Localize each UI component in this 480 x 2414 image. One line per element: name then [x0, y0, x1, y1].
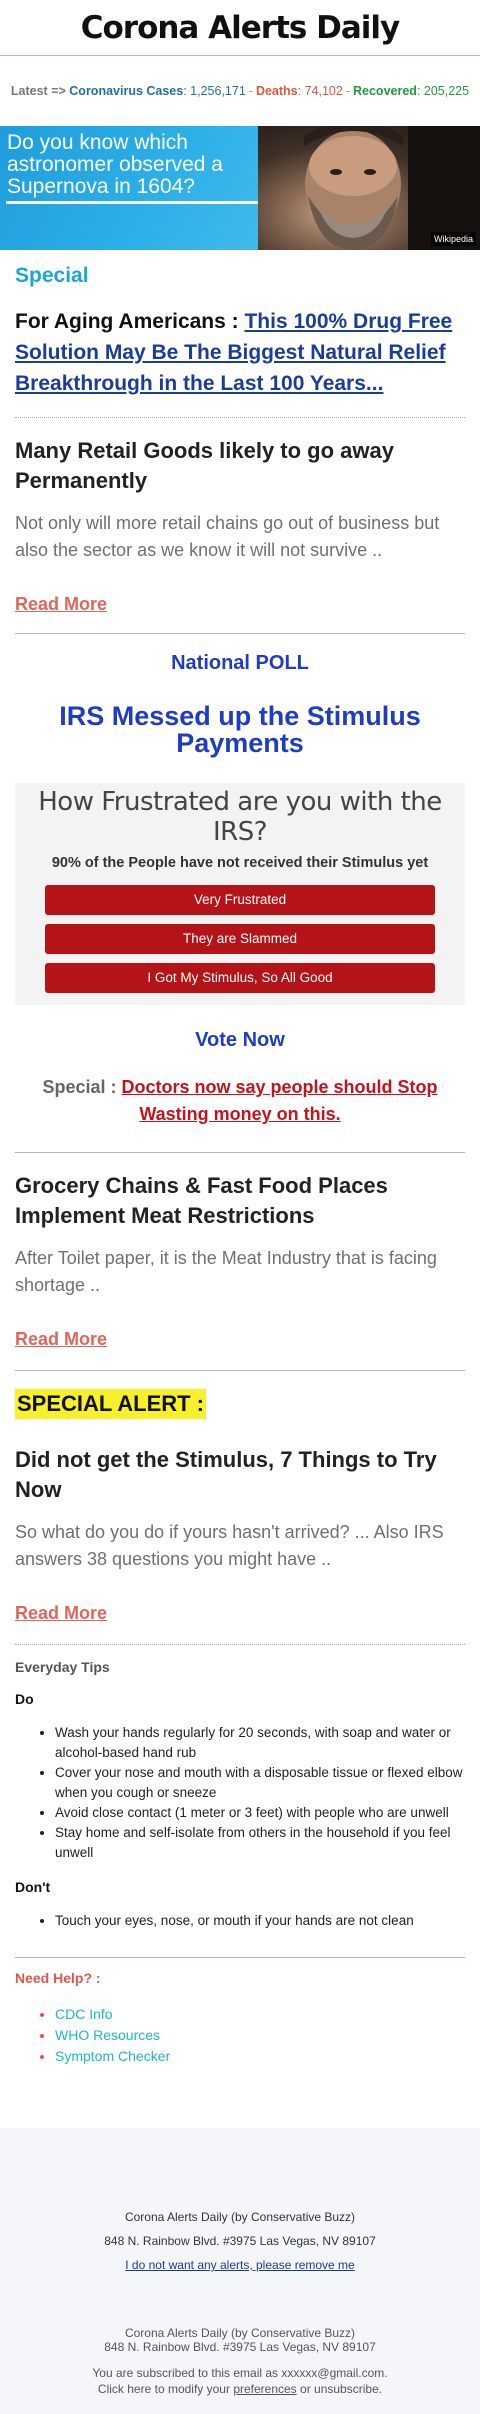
preferences-prefix: Click here to modify your: [97, 2382, 230, 2396]
read-more-link[interactable]: Read More: [15, 1329, 107, 1350]
footer-org: Corona Alerts Daily (by Conservative Buz…: [124, 2210, 356, 2224]
dotted-divider: [15, 417, 465, 418]
poll-box: How Frustrated are you with the IRS? 90%…: [15, 783, 465, 1005]
cases-value: 1,256,171: [190, 84, 246, 98]
ticker-latest: Latest =>: [10, 84, 66, 98]
article-grocery-section: Grocery Chains & Fast Food Places Implem…: [0, 1171, 480, 1350]
doctors-link[interactable]: Doctors now say people should Stop Wasti…: [122, 1077, 438, 1124]
list-item: Avoid close contact (1 meter or 3 feet) …: [55, 1803, 465, 1823]
header: Corona Alerts Daily: [0, 0, 480, 56]
tips-do-heading: Do: [15, 1691, 34, 1707]
article-retail: Many Retail Goods likely to go away Perm…: [15, 436, 465, 615]
brand-logo[interactable]: Corona Alerts Daily: [81, 10, 401, 46]
help-section: Need Help? : CDC Info WHO Resources Symp…: [0, 1970, 480, 2067]
section-divider: [15, 1957, 465, 1958]
poll-option-very-frustrated[interactable]: Very Frustrated: [45, 885, 435, 915]
dotted-divider: [15, 1644, 465, 1645]
stats-ticker: Latest => Coronavirus Cases: 1,256,171 -…: [10, 84, 470, 98]
read-more-link[interactable]: Read More: [15, 1603, 107, 1624]
section-divider: [15, 633, 465, 634]
footer-address: 848 N. Rainbow Blvd. #3975 Las Vegas, NV…: [104, 2234, 376, 2248]
special-doctors-prefix: Special :: [42, 1077, 117, 1097]
article-summary: After Toilet paper, it is the Meat Indus…: [15, 1248, 437, 1295]
recovered-label: Recovered: [353, 84, 417, 98]
tips-dont-list: Touch your eyes, nose, or mouth if your …: [55, 1911, 465, 1931]
footer: Corona Alerts Daily (by Conservative Buz…: [0, 2128, 480, 2414]
email-page: Corona Alerts Daily Latest => Coronaviru…: [0, 0, 480, 2414]
special-section: Special For Aging Americans : This 100% …: [0, 264, 480, 615]
article-grocery: Grocery Chains & Fast Food Places Implem…: [15, 1171, 465, 1350]
list-item: Cover your nose and mouth with a disposa…: [55, 1763, 465, 1803]
special-prefix: For Aging Americans :: [15, 310, 239, 333]
poll-subtitle: 90% of the People have not received thei…: [51, 855, 429, 871]
article-stimulus: Did not get the Stimulus, 7 Things to Tr…: [15, 1445, 465, 1624]
list-item: Stay home and self-isolate from others i…: [55, 1823, 465, 1863]
article-title[interactable]: Did not get the Stimulus, 7 Things to Tr…: [15, 1445, 465, 1505]
deaths-label: Deaths: [255, 84, 298, 98]
footer-org-secondary: Corona Alerts Daily (by Conservative Buz…: [124, 2326, 356, 2340]
footer-address-secondary: 848 N. Rainbow Blvd. #3975 Las Vegas, NV…: [104, 2340, 376, 2354]
tips-do-list: Wash your hands regularly for 20 seconds…: [55, 1723, 465, 1863]
help-links: CDC Info WHO Resources Symptom Checker: [55, 2004, 465, 2067]
poll-option-slammed[interactable]: They are Slammed: [45, 924, 435, 954]
preferences-line: Click here to modify your preferences or…: [0, 2382, 480, 2396]
who-resources-link[interactable]: WHO Resources: [55, 2027, 160, 2043]
list-item: Touch your eyes, nose, or mouth if your …: [55, 1911, 465, 1931]
cdc-info-link[interactable]: CDC Info: [55, 2006, 113, 2022]
special-heading: Special: [15, 264, 89, 287]
trivia-banner[interactable]: Do you know which astronomer observed a …: [0, 126, 480, 250]
cases-label: Coronavirus Cases: [69, 84, 184, 98]
image-caption: Wikipedia: [430, 232, 476, 246]
symptom-checker-link[interactable]: Symptom Checker: [55, 2048, 170, 2064]
deaths-value: 74,102: [304, 84, 343, 98]
subscription-notice: You are subscribed to this email as xxxx…: [92, 2366, 388, 2380]
special-alert-section: SPECIAL ALERT : Did not get the Stimulus…: [0, 1371, 480, 1931]
read-more-link[interactable]: Read More: [15, 594, 107, 615]
recovered-value: 205,225: [423, 84, 470, 98]
vote-now-link[interactable]: Vote Now: [0, 1029, 480, 1052]
astronomer-portrait-image: Wikipedia: [258, 126, 480, 250]
preferences-suffix: or unsubscribe.: [300, 2382, 383, 2396]
article-title[interactable]: Many Retail Goods likely to go away Perm…: [15, 436, 465, 496]
tips-heading: Everyday Tips: [15, 1659, 110, 1675]
poll-option-got-stimulus[interactable]: I Got My Stimulus, So All Good: [45, 963, 435, 993]
special-doctors: Special : Doctors now say people should …: [0, 1074, 480, 1128]
special-alert-badge: SPECIAL ALERT :: [15, 1389, 207, 1419]
article-title[interactable]: Grocery Chains & Fast Food Places Implem…: [15, 1171, 465, 1231]
unsubscribe-link[interactable]: I do not want any alerts, please remove …: [125, 2258, 354, 2272]
banner-divider: [6, 201, 258, 204]
poll-label: National POLL: [171, 652, 309, 674]
article-summary: So what do you do if yours hasn't arrive…: [15, 1522, 444, 1569]
poll-headline[interactable]: IRS Messed up the Stimulus Payments: [0, 703, 480, 757]
section-divider: [15, 1152, 465, 1153]
help-heading: Need Help? :: [15, 1970, 101, 1986]
list-item: Wash your hands regularly for 20 seconds…: [55, 1723, 465, 1763]
preferences-link[interactable]: preferences: [233, 2382, 296, 2396]
special-promo: For Aging Americans : This 100% Drug Fre…: [15, 306, 465, 399]
poll-question: How Frustrated are you with the IRS?: [38, 787, 442, 847]
tips-dont-heading: Don't: [15, 1879, 51, 1895]
banner-question: Do you know which astronomer observed a …: [7, 131, 223, 198]
article-summary: Not only will more retail chains go out …: [15, 513, 440, 560]
